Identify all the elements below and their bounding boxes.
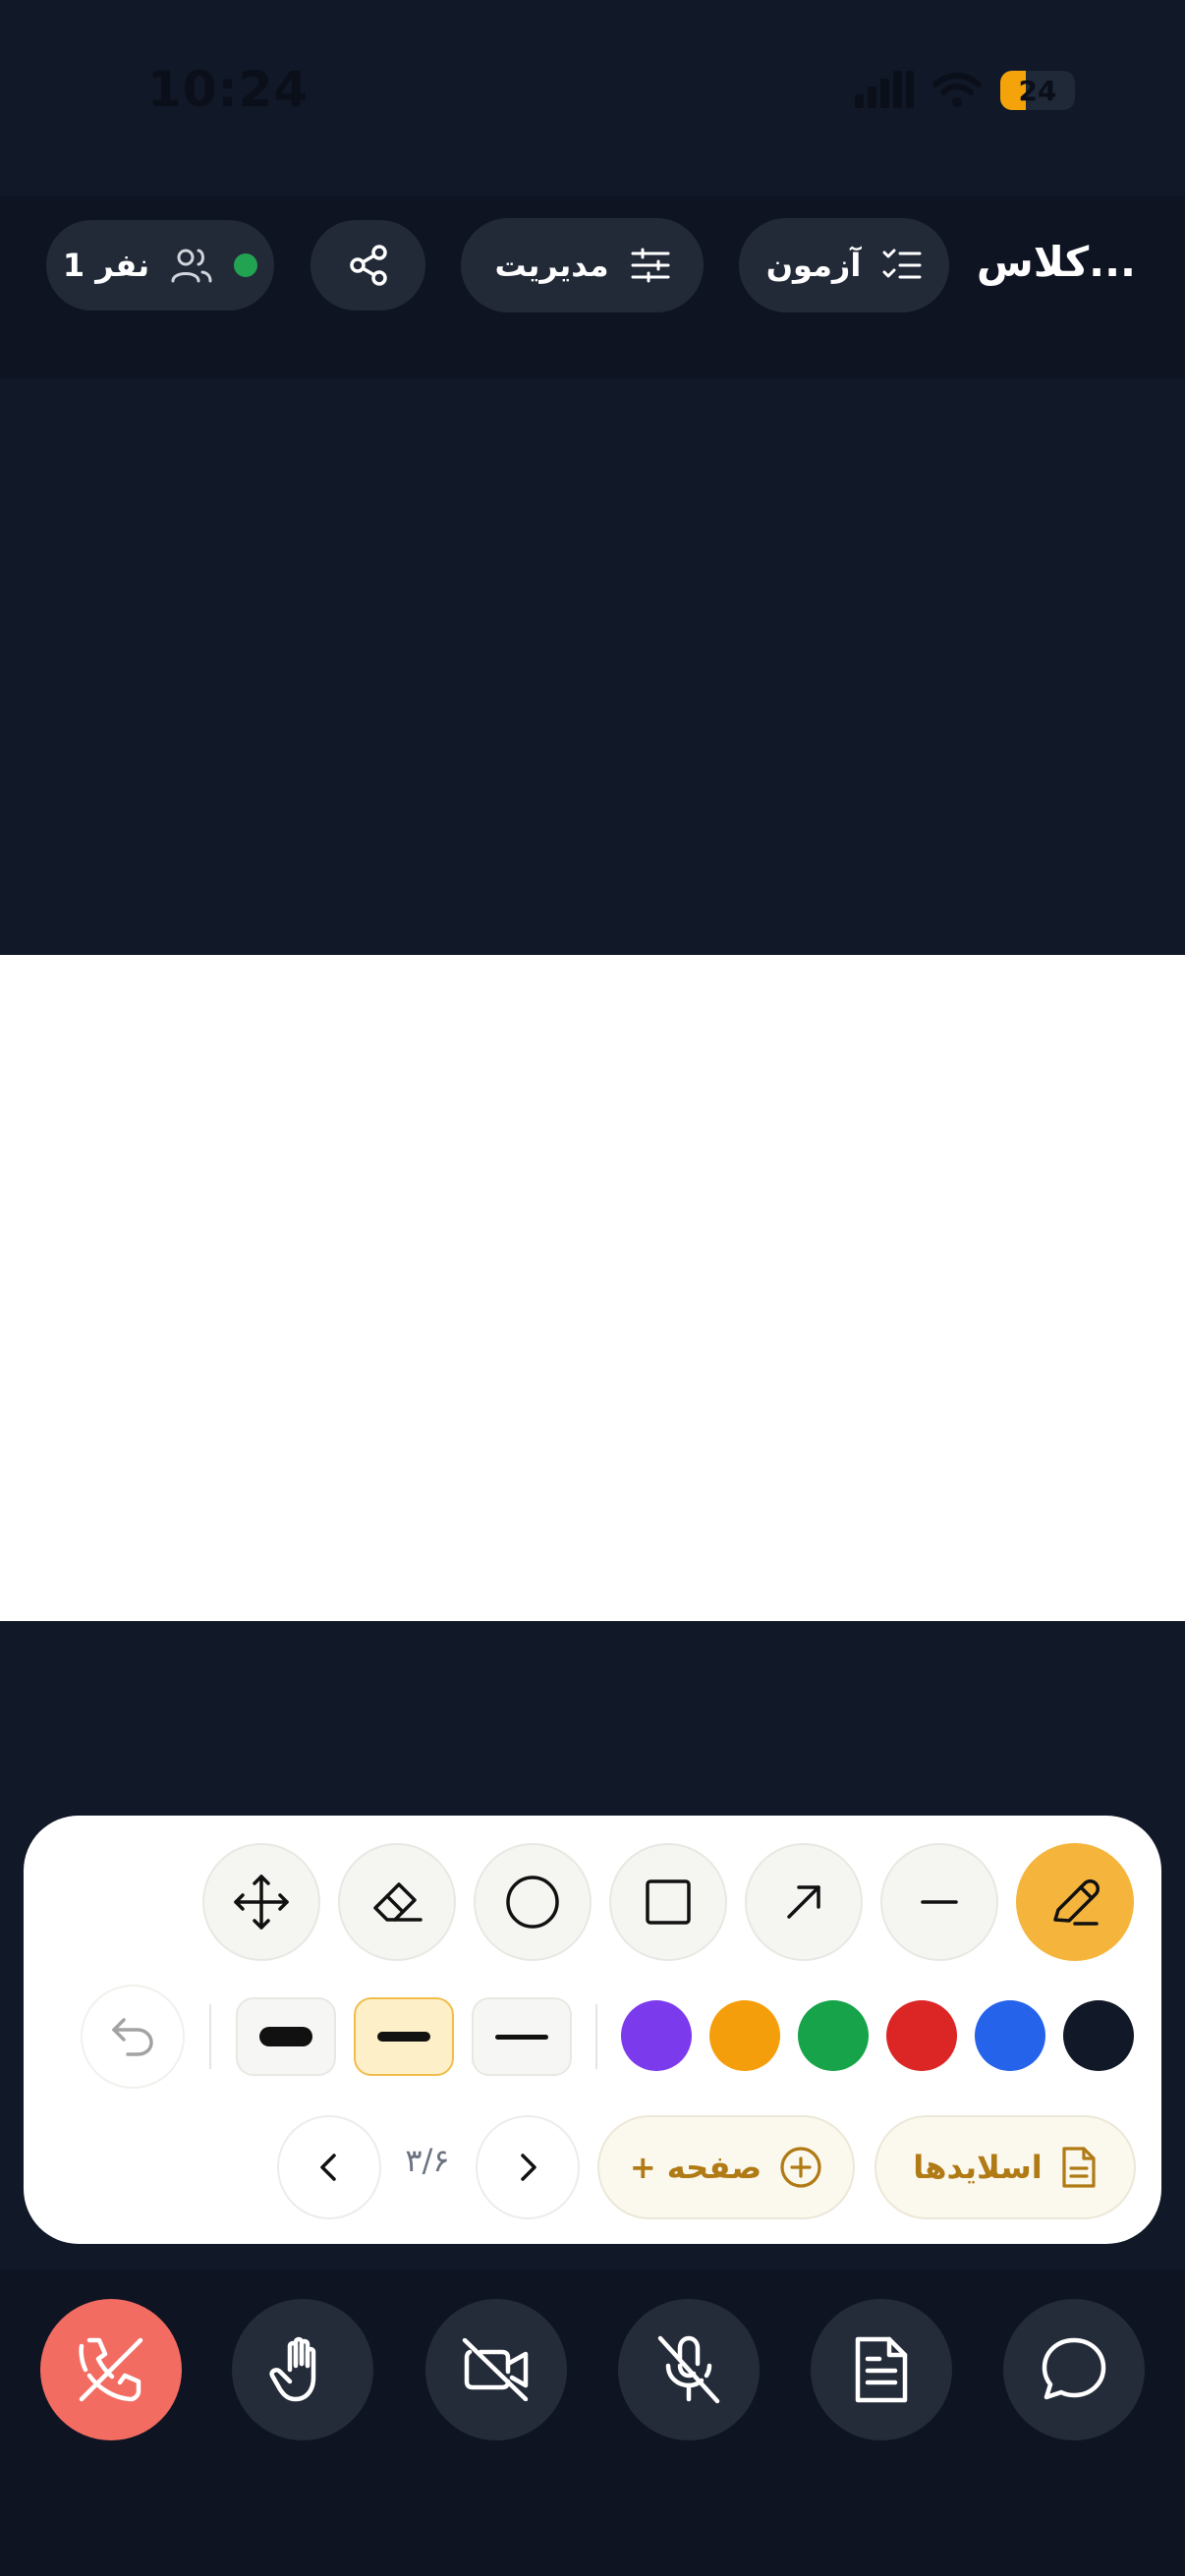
exam-label: آزمون [765, 247, 862, 284]
participant-count-label: 1 نفر [62, 247, 150, 284]
undo-icon [112, 2018, 153, 2056]
mic-off-icon [657, 2335, 720, 2404]
eraser-tool[interactable] [338, 1843, 456, 1961]
chevron-right-icon [521, 2154, 536, 2181]
page-indicator: ۳/۶ [405, 2142, 450, 2179]
status-icons: 24 [855, 71, 1075, 110]
color-swatch-red[interactable] [886, 2000, 957, 2071]
slides-button[interactable]: اسلایدها [875, 2115, 1136, 2219]
battery-icon: 24 [1000, 71, 1075, 110]
exam-button[interactable]: آزمون [739, 218, 949, 312]
checklist-icon [882, 249, 922, 279]
divider [595, 2004, 597, 2069]
signal-icon [855, 71, 914, 108]
square-icon [646, 1879, 691, 1925]
chevron-left-icon [320, 2154, 336, 2181]
whiteboard-canvas[interactable] [0, 955, 1185, 1621]
add-page-label: + صفحه [629, 2149, 762, 2186]
circle-tool[interactable] [474, 1843, 592, 1961]
undo-button[interactable] [81, 1985, 185, 2089]
stroke-thick[interactable] [236, 1997, 336, 2076]
raise-hand-button[interactable] [232, 2299, 373, 2440]
document-icon [855, 2336, 908, 2403]
previous-page-button[interactable] [277, 2115, 381, 2219]
stroke-thin[interactable] [472, 1997, 572, 2076]
color-swatch-green[interactable] [798, 2000, 869, 2071]
arrow-icon [787, 1885, 820, 1919]
add-page-button[interactable]: + صفحه [597, 2115, 855, 2219]
arrow-tool[interactable] [745, 1843, 863, 1961]
battery-level: 24 [1018, 74, 1057, 107]
stroke-medium-icon [377, 2032, 430, 2042]
stroke-medium[interactable] [354, 1997, 454, 2076]
stroke-thick-icon [259, 2027, 312, 2046]
hang-up-button[interactable] [40, 2299, 182, 2440]
pen-icon [1053, 1879, 1100, 1926]
manage-label: مدیریت [494, 247, 609, 284]
chat-icon [1042, 2337, 1106, 2400]
slides-label: اسلایدها [913, 2149, 1043, 2186]
circle-icon [506, 1876, 559, 1929]
share-button[interactable] [310, 220, 425, 310]
color-swatch-blue[interactable] [975, 2000, 1045, 2071]
status-time: 10:24 [147, 61, 310, 118]
call-controls-bar [0, 2269, 1185, 2576]
line-tool[interactable] [880, 1843, 998, 1961]
users-icon [171, 249, 212, 283]
online-indicator [234, 253, 258, 277]
document-icon [1062, 2147, 1096, 2188]
color-swatch-black[interactable] [1063, 2000, 1134, 2071]
eraser-icon [373, 1882, 423, 1922]
raise-hand-icon [269, 2336, 316, 2402]
color-swatch-orange[interactable] [709, 2000, 780, 2071]
color-swatch-purple[interactable] [621, 2000, 692, 2071]
class-title: کلاس... [976, 238, 1136, 286]
camera-toggle-button[interactable] [425, 2299, 567, 2440]
share-icon [349, 245, 387, 286]
participant-count[interactable]: 1 نفر [46, 220, 274, 310]
plus-circle-icon [780, 2147, 821, 2188]
document-button[interactable] [811, 2299, 952, 2440]
move-tool[interactable] [202, 1843, 320, 1961]
rectangle-tool[interactable] [609, 1843, 727, 1961]
line-icon [921, 1900, 958, 1904]
chat-button[interactable] [1003, 2299, 1145, 2440]
wifi-icon [932, 73, 982, 107]
next-page-button[interactable] [476, 2115, 580, 2219]
pen-tool[interactable] [1016, 1843, 1134, 1961]
mic-toggle-button[interactable] [618, 2299, 760, 2440]
divider [209, 2004, 211, 2069]
stroke-thin-icon [495, 2034, 548, 2040]
sliders-icon [631, 248, 670, 283]
manage-button[interactable]: مدیریت [461, 218, 704, 312]
move-icon [234, 1875, 289, 1930]
camera-off-icon [462, 2338, 529, 2401]
hang-up-icon [79, 2337, 143, 2402]
